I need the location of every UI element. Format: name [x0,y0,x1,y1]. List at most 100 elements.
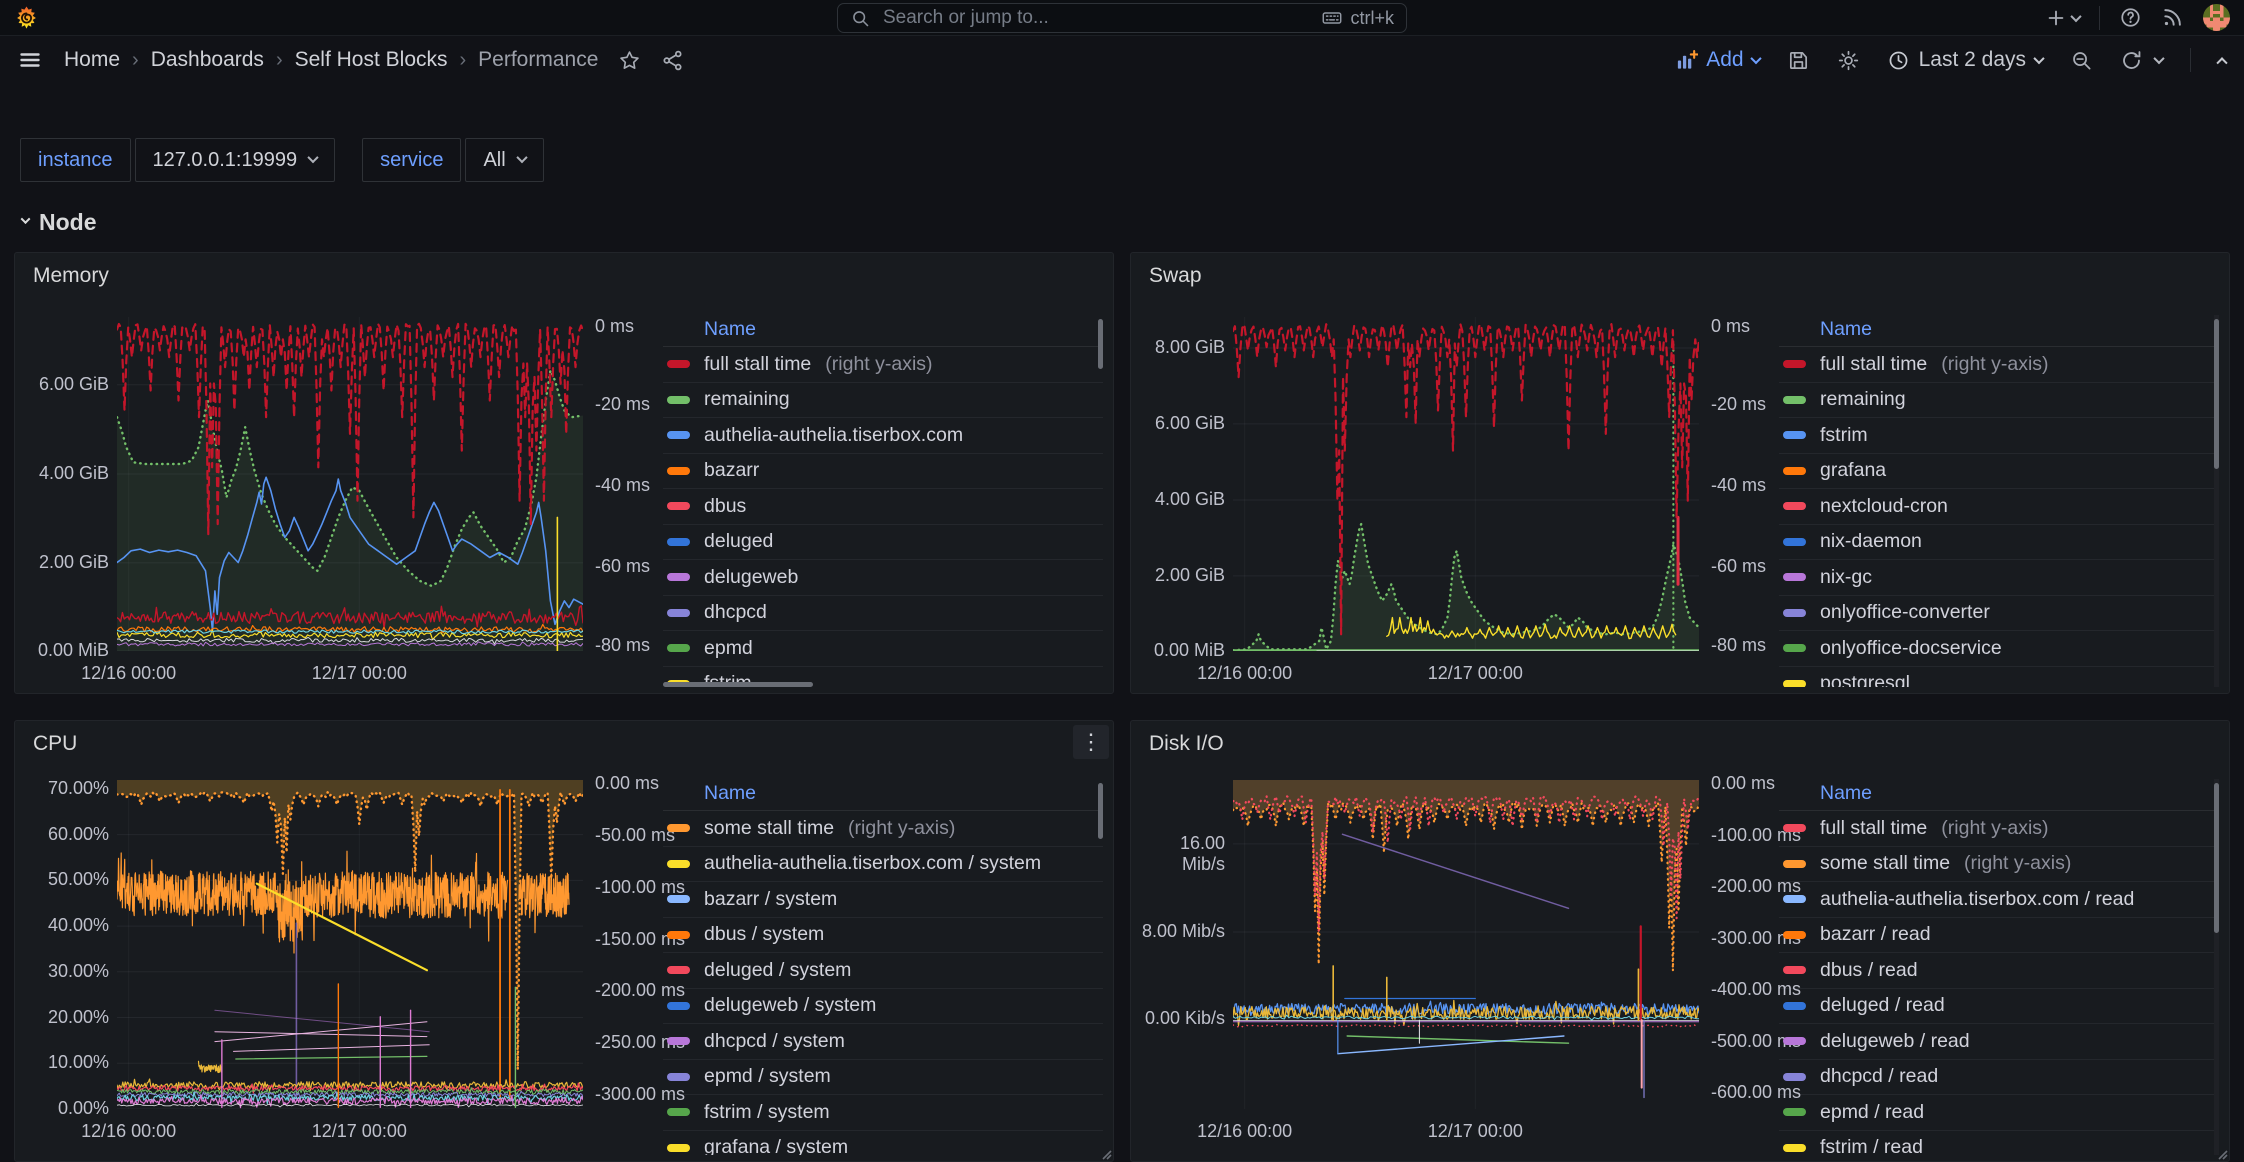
divider [2190,48,2191,72]
right-y-axis-label: 0.00 ms [595,773,659,794]
variable-value-instance[interactable]: 127.0.0.1:19999 [135,138,336,182]
legend-item[interactable]: delugeweb [663,560,1103,596]
legend-item[interactable]: authelia-authelia.tiserbox.com / read [1779,882,2219,918]
legend-item[interactable]: bazarr [663,454,1103,490]
hamburger-icon [18,48,42,72]
legend-item[interactable]: epmd / read [1779,1095,2219,1131]
legend-header-name[interactable]: Name [663,315,1103,347]
legend-item[interactable]: some stall time(right y-axis) [663,811,1103,847]
panel-grid: Memory 6.00 GiB4.00 GiB2.00 GiB0.00 MiB0… [14,252,2230,1162]
legend-swatch [1783,360,1806,368]
chart-plot[interactable] [117,780,583,1109]
collapse-controls-button[interactable] [2218,56,2226,64]
add-button[interactable]: Add [1675,48,1759,72]
legend-item[interactable]: epmd / system [663,1060,1103,1096]
legend-item[interactable]: dbus / system [663,918,1103,954]
legend-header-name[interactable]: Name [663,779,1103,811]
legend-item[interactable]: bazarr / system [663,882,1103,918]
save-icon [1787,49,1810,72]
legend-scrollbar[interactable] [2214,319,2219,469]
panel-title[interactable]: Disk I/O [1149,732,1224,756]
share-button[interactable] [661,49,684,72]
legend-item[interactable]: fstrim / system [663,1095,1103,1131]
panel-title[interactable]: CPU [33,732,77,756]
panel-resize-handle[interactable] [2216,1148,2228,1160]
legend-scrollbar[interactable] [1098,783,1103,839]
search-bar[interactable]: ctrl+k [837,3,1407,33]
search-input[interactable] [881,6,1311,30]
breadcrumb-item-dashboards[interactable]: Dashboards [151,48,264,72]
legend-item[interactable]: delugeweb / read [1779,1024,2219,1060]
legend-item[interactable]: grafana [1779,454,2219,490]
legend-item[interactable]: onlyoffice-docservice [1779,631,2219,667]
legend-item[interactable]: dhcpcd / read [1779,1060,2219,1096]
panel-title[interactable]: Swap [1149,264,1202,288]
new-button[interactable] [2045,7,2080,29]
chart-plot[interactable] [117,317,583,651]
legend-swatch [667,860,690,868]
legend-label: some stall time [704,817,834,840]
chevron-down-icon [1750,53,1761,64]
refresh-button[interactable] [2120,49,2143,72]
legend-scrollbar[interactable] [1098,319,1103,369]
legend-header-name[interactable]: Name [1779,315,2219,347]
panel-menu-button[interactable]: ⋮ [1073,725,1109,759]
time-range-picker[interactable]: Last 2 days [1887,48,2043,72]
legend-h-scrollbar[interactable] [663,682,813,687]
legend-item[interactable]: dhcpcd / system [663,1024,1103,1060]
favorite-button[interactable] [618,49,641,72]
zoom-out-icon [2070,49,2093,72]
legend-note: (right y-axis) [1964,852,2071,875]
right-y-axis-label: -60 ms [595,556,650,577]
legend-item[interactable]: full stall time(right y-axis) [663,347,1103,383]
legend-item[interactable]: authelia-authelia.tiserbox.com / system [663,847,1103,883]
menu-toggle[interactable] [18,48,42,72]
y-axis-label: 10.00% [17,1052,109,1073]
breadcrumb-item-home[interactable]: Home [64,48,120,72]
y-axis-label: 4.00 GiB [1133,489,1225,510]
legend-item[interactable]: grafana / system [663,1131,1103,1156]
news-button[interactable] [2161,6,2184,29]
legend-item[interactable]: deluged [663,525,1103,561]
legend-item[interactable]: deluged / read [1779,989,2219,1025]
legend-scrollbar[interactable] [2214,783,2219,933]
y-axis-label: 60.00% [17,824,109,845]
save-button[interactable] [1787,49,1810,72]
legend-item[interactable]: dbus [663,489,1103,525]
panel-resize-handle[interactable] [1100,1148,1112,1160]
legend-header-name[interactable]: Name [1779,779,2219,811]
zoom-out-button[interactable] [2070,49,2093,72]
legend-item[interactable]: bazarr / read [1779,918,2219,954]
avatar[interactable] [2203,4,2230,31]
legend-item[interactable]: dbus / read [1779,953,2219,989]
legend-item[interactable]: authelia-authelia.tiserbox.com [663,418,1103,454]
variable-value-service[interactable]: All [465,138,543,182]
legend-item[interactable]: full stall time(right y-axis) [1779,347,2219,383]
legend-item[interactable]: deluged / system [663,953,1103,989]
panel-title[interactable]: Memory [33,264,109,288]
legend-item[interactable]: dhcpcd [663,596,1103,632]
legend-item[interactable]: some stall time(right y-axis) [1779,847,2219,883]
legend-item[interactable]: fstrim / read [1779,1131,2219,1156]
breadcrumb-item-self-host-blocks[interactable]: Self Host Blocks [295,48,448,72]
legend-item[interactable]: onlyoffice-converter [1779,596,2219,632]
settings-button[interactable] [1837,49,1860,72]
legend-item[interactable]: fstrim [1779,418,2219,454]
chevron-down-icon [21,214,31,224]
legend-item[interactable]: delugeweb / system [663,989,1103,1025]
legend-item[interactable]: epmd [663,631,1103,667]
legend-item[interactable]: nix-gc [1779,560,2219,596]
legend-item[interactable]: nix-daemon [1779,525,2219,561]
chart-plot[interactable] [1233,317,1699,651]
legend-item[interactable]: full stall time(right y-axis) [1779,811,2219,847]
help-button[interactable] [2119,6,2142,29]
legend-item[interactable]: postgresql [1779,667,2219,688]
legend-item[interactable]: nextcloud-cron [1779,489,2219,525]
refresh-interval-dropdown[interactable] [2153,53,2164,64]
legend-item[interactable]: remaining [663,383,1103,419]
row-node[interactable]: Node [22,209,2230,236]
chart-plot[interactable] [1233,780,1699,1109]
legend-swatch [667,895,690,903]
grafana-logo[interactable] [14,5,39,31]
legend-item[interactable]: remaining [1779,383,2219,419]
